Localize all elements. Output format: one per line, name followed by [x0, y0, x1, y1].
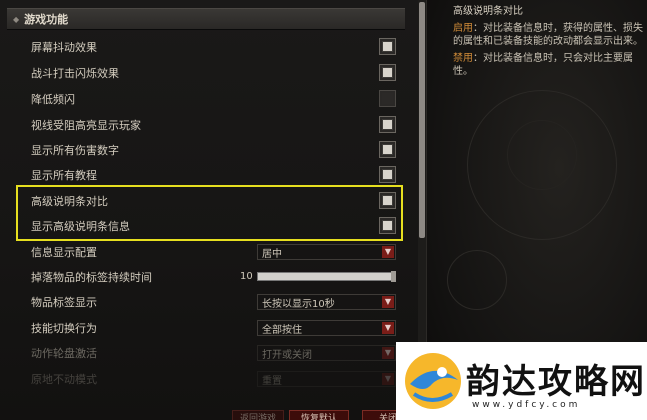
checkbox-reduce-strobe[interactable] — [379, 90, 396, 107]
setting-label: 原地不动模式 — [31, 373, 97, 386]
site-watermark: 韵达攻略网 www.ydfcy.com — [396, 342, 647, 420]
scrollbar-thumb[interactable] — [419, 2, 425, 238]
return-to-game-button[interactable]: 返回游戏 — [232, 410, 284, 420]
background-rune-circle — [507, 120, 577, 190]
chevron-down-icon: ▼ — [382, 373, 394, 385]
slider-value: 10 — [240, 271, 253, 282]
dropdown-value: 长按以显示10秒 — [262, 298, 335, 310]
settings-panel: ◆ 游戏功能 屏幕抖动效果 战斗打击闪烁效果 降低频闪 视线受阻高亮显示玩家 显… — [0, 0, 418, 420]
setting-row-drop-tag-duration[interactable]: 掉落物品的标签持续时间 — [31, 267, 152, 287]
dropdown-value: 居中 — [262, 248, 282, 260]
setting-label: 掉落物品的标签持续时间 — [31, 271, 152, 284]
background-rune-circle — [447, 250, 507, 310]
dropdown-partial[interactable]: 重置 ▼ — [257, 371, 396, 387]
setting-label: 技能切换行为 — [31, 322, 97, 335]
restore-defaults-button[interactable]: 恢复默认 — [289, 410, 349, 420]
checkbox-screen-shake[interactable] — [379, 38, 396, 55]
disabled-keyword: 禁用 — [453, 53, 473, 64]
checkbox-damage-numbers[interactable] — [379, 141, 396, 158]
setting-label: 降低频闪 — [31, 93, 75, 106]
checkbox-hit-flash[interactable] — [379, 64, 396, 81]
setting-label: 动作轮盘激活 — [31, 347, 97, 360]
setting-label: 物品标签显示 — [31, 296, 97, 309]
setting-row-action-wheel[interactable]: 动作轮盘激活 — [31, 343, 97, 363]
dropdown-action-wheel[interactable]: 打开或关闭 ▼ — [257, 345, 396, 361]
setting-label: 显示所有教程 — [31, 169, 97, 182]
chevron-down-icon: ▼ — [382, 322, 394, 334]
slider-handle[interactable] — [391, 271, 396, 282]
watermark-logo-icon — [405, 353, 461, 409]
info-disabled-paragraph: 禁用：对比装备信息时，只会对比主要属性。 — [453, 52, 647, 78]
checkbox-occluded-highlight[interactable] — [379, 116, 396, 133]
setting-row-screen-shake[interactable]: 屏幕抖动效果 — [31, 37, 97, 57]
highlight-box — [16, 185, 403, 241]
setting-row-skill-switch[interactable]: 技能切换行为 — [31, 318, 97, 338]
disabled-text: ：对比装备信息时，只会对比主要属性。 — [453, 53, 633, 77]
bottom-button-bar: 返回游戏 恢复默认 关闭 — [0, 404, 418, 420]
info-enabled-paragraph: 启用：对比装备信息时，获得的属性、损失的属性和已装备技能的改动都会显示出来。 — [453, 22, 647, 48]
enabled-keyword: 启用 — [453, 23, 473, 34]
chevron-down-icon: ▼ — [382, 246, 394, 258]
collapse-diamond-icon: ◆ — [13, 14, 20, 24]
setting-row-hit-flash[interactable]: 战斗打击闪烁效果 — [31, 63, 119, 83]
checkbox-tutorials[interactable] — [379, 166, 396, 183]
info-title: 高级说明条对比 — [453, 6, 523, 17]
setting-row-info-display[interactable]: 信息显示配置 — [31, 242, 97, 262]
dropdown-item-label-display[interactable]: 长按以显示10秒 ▼ — [257, 294, 396, 310]
dropdown-value: 重置 — [262, 375, 282, 387]
chevron-down-icon: ▼ — [382, 347, 394, 359]
dropdown-value: 全部按住 — [262, 324, 302, 336]
setting-label: 视线受阻高亮显示玩家 — [31, 119, 141, 132]
setting-row-reduce-strobe[interactable]: 降低频闪 — [31, 89, 75, 109]
dropdown-info-display[interactable]: 居中 ▼ — [257, 244, 396, 260]
setting-row-item-label-display[interactable]: 物品标签显示 — [31, 292, 97, 312]
setting-label: 战斗打击闪烁效果 — [31, 67, 119, 80]
setting-label: 信息显示配置 — [31, 246, 97, 259]
section-header-gameplay[interactable]: ◆ 游戏功能 — [7, 8, 405, 30]
dropdown-skill-switch[interactable]: 全部按住 ▼ — [257, 320, 396, 336]
watermark-title: 韵达攻略网 — [466, 362, 646, 402]
watermark-url: www.ydfcy.com — [472, 400, 581, 410]
setting-row-occluded-highlight[interactable]: 视线受阻高亮显示玩家 — [31, 115, 141, 135]
setting-row-damage-numbers[interactable]: 显示所有伤害数字 — [31, 140, 119, 160]
setting-row-partial[interactable]: 原地不动模式 — [31, 369, 97, 389]
setting-row-tutorials[interactable]: 显示所有教程 — [31, 165, 97, 185]
setting-label: 屏幕抖动效果 — [31, 41, 97, 54]
section-title: 游戏功能 — [24, 13, 69, 26]
info-description: 启用：对比装备信息时，获得的属性、损失的属性和已装备技能的改动都会显示出来。 禁… — [453, 22, 647, 82]
setting-label: 显示所有伤害数字 — [31, 144, 119, 157]
chevron-down-icon: ▼ — [382, 296, 394, 308]
slider-drop-tag-duration[interactable] — [257, 271, 396, 282]
dropdown-value: 打开或关闭 — [262, 349, 312, 361]
enabled-text: ：对比装备信息时，获得的属性、损失的属性和已装备技能的改动都会显示出来。 — [453, 23, 643, 47]
